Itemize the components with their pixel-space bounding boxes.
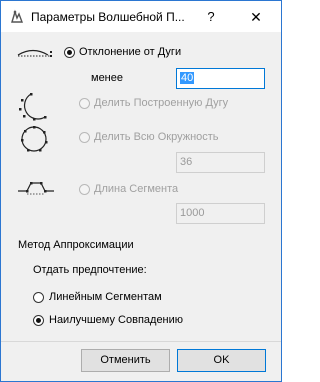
close-button[interactable]: ✕ bbox=[246, 7, 266, 27]
radio-segment-length[interactable] bbox=[79, 184, 90, 195]
app-icon bbox=[11, 9, 24, 23]
preference-label: Отдать предпочтение: bbox=[33, 264, 147, 276]
linear-segments-label: Линейным Сегментам bbox=[49, 291, 162, 303]
segment-length-label: Длина Сегмента bbox=[94, 183, 179, 195]
radio-linear-segments[interactable] bbox=[33, 292, 44, 303]
arc-deviation-input[interactable]: 40 bbox=[176, 68, 265, 89]
radio-arc-deviation[interactable] bbox=[64, 47, 75, 58]
divide-full-circle-label: Делить Всю Окружность bbox=[94, 131, 219, 143]
approximation-heading: Метод Аппроксимации bbox=[18, 239, 134, 251]
less-than-label: менее bbox=[91, 72, 123, 84]
ok-button[interactable]: OK bbox=[177, 349, 266, 372]
arc-deviation-icon bbox=[17, 49, 52, 57]
radio-divide-full-circle[interactable] bbox=[79, 132, 90, 143]
best-fit-label: Наилучшему Совпадению bbox=[49, 314, 184, 326]
arc-deviation-label: Отклонение от Дуги bbox=[79, 46, 182, 58]
help-button[interactable]: ? bbox=[201, 7, 221, 27]
divide-built-arc-label: Делить Построенную Дугу bbox=[94, 97, 229, 109]
arc-deviation-value: 40 bbox=[180, 72, 195, 84]
cancel-button[interactable]: Отменить bbox=[81, 349, 170, 372]
dialog-window: Параметры Волшебной П... ? ✕ Отклонение … bbox=[0, 0, 282, 382]
circle-divide-icon bbox=[21, 126, 48, 152]
circle-divisions-input[interactable]: 36 bbox=[176, 152, 265, 173]
radio-divide-built-arc[interactable] bbox=[79, 98, 90, 109]
title-bar: Параметры Волшебной П... ? ✕ bbox=[1, 1, 281, 32]
arc-divide-icon bbox=[19, 93, 47, 121]
radio-best-fit[interactable] bbox=[33, 315, 44, 326]
dialog-title: Параметры Волшебной П... bbox=[31, 10, 185, 24]
segment-length-input[interactable]: 1000 bbox=[176, 203, 265, 224]
segment-length-icon bbox=[18, 182, 54, 195]
button-separator bbox=[1, 341, 281, 342]
